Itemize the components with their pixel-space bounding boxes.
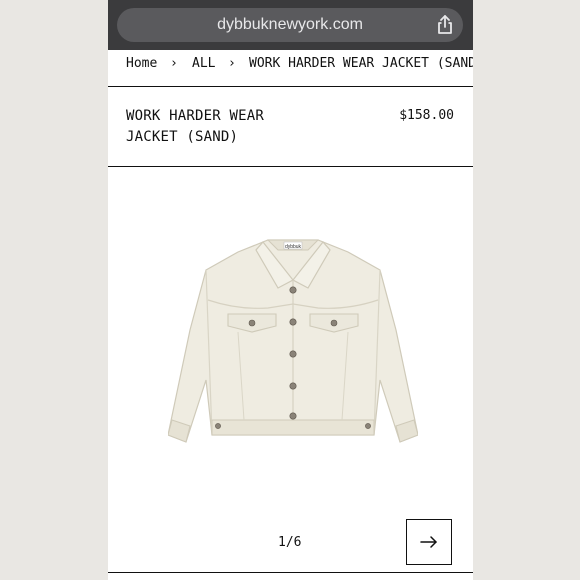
- divider: [108, 572, 473, 573]
- next-image-button[interactable]: [406, 519, 452, 565]
- browser-toolbar: dybbuknewyork.com: [108, 0, 473, 50]
- product-title: WORK HARDER WEAR JACKET (SAND): [126, 106, 326, 148]
- breadcrumb-current: WORK HARDER WEAR JACKET (SAND): [249, 56, 473, 71]
- url-text[interactable]: dybbuknewyork.com: [117, 8, 463, 42]
- product-image[interactable]: dybbuk: [168, 230, 418, 450]
- product-header: WORK HARDER WEAR JACKET (SAND) $158.00: [108, 88, 473, 167]
- product-gallery: dybbuk 1/6: [108, 168, 473, 572]
- breadcrumb-separator: ›: [228, 56, 236, 71]
- product-price: $158.00: [399, 108, 454, 123]
- arrow-right-icon: [420, 536, 437, 548]
- breadcrumb-home[interactable]: Home: [126, 56, 157, 71]
- jacket-label-text: dybbuk: [285, 244, 302, 250]
- share-icon[interactable]: [433, 13, 457, 37]
- breadcrumb-all[interactable]: ALL: [192, 56, 215, 71]
- product-title-line-2: JACKET (SAND): [126, 129, 239, 145]
- product-title-line-1: WORK HARDER WEAR: [126, 108, 265, 124]
- breadcrumb-separator: ›: [170, 56, 178, 71]
- phone-screen: dybbuknewyork.com Home › ALL › WORK HARD…: [108, 0, 473, 580]
- address-bar[interactable]: dybbuknewyork.com: [117, 8, 463, 42]
- pager-text: 1/6: [278, 535, 302, 550]
- breadcrumb: Home › ALL › WORK HARDER WEAR JACKET (SA…: [108, 50, 473, 87]
